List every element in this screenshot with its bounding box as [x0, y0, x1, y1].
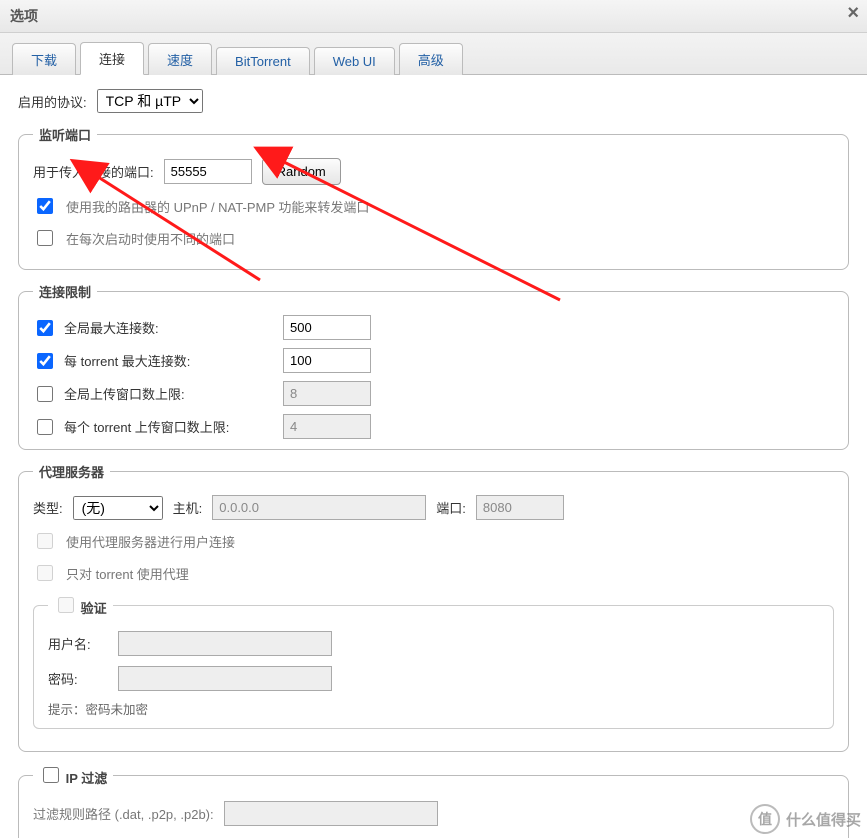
connection-limits-group: 连接限制 全局最大连接数: 每 torrent 最大连接数: 全局上传窗口数上限…: [18, 282, 849, 450]
incoming-port-label: 用于传入连接的端口:: [33, 162, 154, 181]
listen-port-legend: 监听端口: [33, 125, 97, 144]
filter-path-label: 过滤规则路径 (.dat, .p2p, .p2b):: [33, 804, 214, 823]
proxy-auth-pass-label: 密码:: [48, 669, 118, 688]
proxy-host-label: 主机:: [173, 498, 203, 517]
proxy-auth-legend-text: 验证: [81, 601, 107, 616]
tab-webui[interactable]: Web UI: [314, 47, 395, 75]
random-on-start-label: 在每次启动时使用不同的端口: [66, 229, 235, 248]
proxy-port-input: [476, 495, 564, 520]
protocol-select[interactable]: TCP 和 µTP: [97, 89, 203, 113]
random-on-start-checkbox[interactable]: [37, 230, 53, 246]
watermark-text: 什么值得买: [786, 809, 861, 830]
upnp-label: 使用我的路由器的 UPnP / NAT-PMP 功能来转发端口: [66, 197, 369, 216]
proxy-auth-hint: 提示：密码未加密: [48, 699, 819, 718]
proxy-legend: 代理服务器: [33, 462, 110, 481]
watermark-icon: 值: [750, 804, 780, 834]
listen-port-group: 监听端口 用于传入连接的端口: Random 使用我的路由器的 UPnP / N…: [18, 125, 849, 270]
proxy-auth-group: 验证 用户名: 密码: 提示：密码未加密: [33, 594, 834, 729]
connection-limits-legend: 连接限制: [33, 282, 97, 301]
proxy-peer-label: 使用代理服务器进行用户连接: [66, 532, 235, 551]
upnp-checkbox[interactable]: [37, 198, 53, 214]
global-upload-slots-checkbox[interactable]: [37, 386, 53, 402]
torrent-upload-slots-checkbox[interactable]: [37, 419, 53, 435]
torrent-max-conn-input[interactable]: [283, 348, 371, 373]
ip-filter-group: IP 过滤 过滤规则路径 (.dat, .p2p, .p2b): 匹配 trac…: [18, 764, 849, 838]
close-icon[interactable]: ×: [847, 2, 859, 25]
proxy-group: 代理服务器 类型: (无) 主机: 端口: 使用代理服务器进行用户连接 只对 t…: [18, 462, 849, 752]
tab-connection[interactable]: 连接: [80, 42, 144, 75]
torrent-upload-slots-label: 每个 torrent 上传窗口数上限:: [64, 417, 229, 436]
torrent-max-conn-checkbox[interactable]: [37, 353, 53, 369]
incoming-port-input[interactable]: [164, 159, 252, 184]
random-port-button[interactable]: Random: [262, 158, 341, 185]
proxy-auth-checkbox: [58, 597, 74, 613]
proxy-type-label: 类型:: [33, 498, 63, 517]
global-max-conn-checkbox[interactable]: [37, 320, 53, 336]
ip-filter-legend-text: IP 过滤: [66, 771, 108, 786]
tab-bittorrent[interactable]: BitTorrent: [216, 47, 310, 75]
proxy-peer-checkbox: [37, 533, 53, 549]
proxy-auth-user-input: [118, 631, 332, 656]
filter-path-input: [224, 801, 438, 826]
protocol-label: 启用的协议:: [18, 92, 87, 111]
tab-downloads[interactable]: 下载: [12, 43, 76, 75]
global-upload-slots-input: [283, 381, 371, 406]
torrent-upload-slots-input: [283, 414, 371, 439]
ip-filter-checkbox[interactable]: [43, 767, 59, 783]
torrent-max-conn-label: 每 torrent 最大连接数:: [64, 351, 190, 370]
window-titlebar: 选项 ×: [0, 0, 867, 33]
proxy-auth-legend: 验证: [48, 594, 113, 617]
global-max-conn-input[interactable]: [283, 315, 371, 340]
proxy-only-torrent-checkbox: [37, 565, 53, 581]
tab-advanced[interactable]: 高级: [399, 43, 463, 75]
watermark: 值 什么值得买: [750, 804, 861, 834]
ip-filter-legend: IP 过滤: [33, 764, 113, 787]
content-area: 启用的协议: TCP 和 µTP 监听端口 用于传入连接的端口: Random …: [0, 75, 867, 838]
global-upload-slots-label: 全局上传窗口数上限:: [64, 384, 185, 403]
proxy-type-select[interactable]: (无): [73, 496, 163, 520]
proxy-auth-pass-input: [118, 666, 332, 691]
proxy-only-torrent-label: 只对 torrent 使用代理: [66, 564, 189, 583]
window-title: 选项: [10, 8, 38, 24]
proxy-auth-user-label: 用户名:: [48, 634, 118, 653]
proxy-host-input: [212, 495, 426, 520]
proxy-port-label: 端口:: [436, 498, 466, 517]
global-max-conn-label: 全局最大连接数:: [64, 318, 159, 337]
tabs-bar: 下载 连接 速度 BitTorrent Web UI 高级: [0, 33, 867, 75]
tab-speed[interactable]: 速度: [148, 43, 212, 75]
